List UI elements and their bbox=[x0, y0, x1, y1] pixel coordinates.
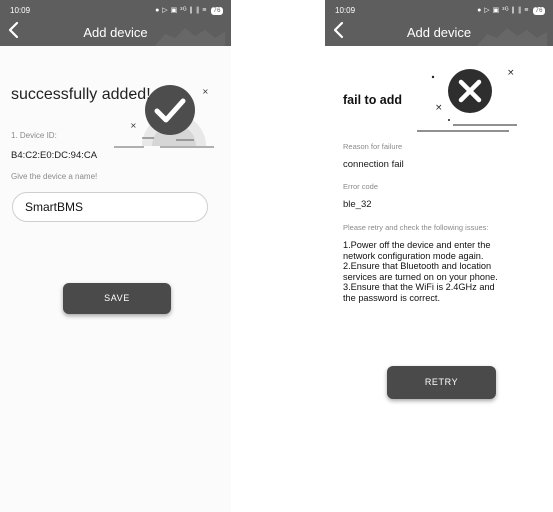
device-id-value: B4:C2:E0:DC:94:CA bbox=[11, 150, 98, 161]
retry-button[interactable]: RETRY bbox=[387, 366, 496, 399]
battery-badge: 76 bbox=[211, 7, 223, 15]
status-icons: ● ▷ ▣ ³ᴳ ∥ ∥ ≡ 76 bbox=[155, 6, 223, 15]
failure-reason-label: Reason for failure bbox=[343, 142, 403, 151]
retry-hint: Please retry and check the following iss… bbox=[343, 223, 489, 232]
instruction-line: the password is correct. bbox=[343, 292, 441, 303]
device-name-label: Give the device a name! bbox=[11, 172, 98, 181]
status-icon-glyphs: ● ▷ ▣ ³ᴳ ∥ ∥ ≡ bbox=[155, 7, 207, 14]
status-time: 10:09 bbox=[335, 6, 356, 15]
instruction-line: network configuration mode again. bbox=[343, 250, 484, 261]
instruction-line: 1.Power off the device and enter the bbox=[343, 240, 491, 250]
fail-screen: 10:09 ● ▷ ▣ ³ᴳ ∥ ∥ ≡ 76 Add device × × f… bbox=[325, 0, 553, 512]
error-code-value: ble_32 bbox=[343, 199, 372, 210]
svg-text:×: × bbox=[435, 103, 443, 113]
save-button[interactable]: SAVE bbox=[63, 283, 171, 314]
app-header: 10:09 ● ▷ ▣ ³ᴳ ∥ ∥ ≡ 76 Add device bbox=[325, 0, 553, 46]
device-name-input[interactable] bbox=[12, 192, 208, 222]
instruction-line: services are turned on on your phone. bbox=[343, 271, 498, 282]
x-circle-icon bbox=[448, 69, 492, 113]
check-circle-icon bbox=[145, 85, 195, 135]
battery-badge: 76 bbox=[533, 7, 545, 15]
skyline-decoration bbox=[155, 28, 225, 46]
status-icons: ● ▷ ▣ ³ᴳ ∥ ∥ ≡ 76 bbox=[477, 6, 545, 15]
app-header: 10:09 ● ▷ ▣ ³ᴳ ∥ ∥ ≡ 76 Add device bbox=[0, 0, 231, 46]
instruction-line: 3.Ensure that the WiFi is 2.4GHz and bbox=[343, 282, 495, 293]
status-bar: 10:09 ● ▷ ▣ ³ᴳ ∥ ∥ ≡ 76 bbox=[10, 6, 223, 18]
instruction-line: 2.Ensure that Bluetooth and location bbox=[343, 261, 492, 272]
status-icon-glyphs: ● ▷ ▣ ³ᴳ ∥ ∥ ≡ bbox=[477, 7, 529, 14]
troubleshooting-steps: 1.Power off the device and enter the net… bbox=[343, 240, 543, 304]
error-code-label: Error code bbox=[343, 182, 379, 191]
svg-text:×: × bbox=[130, 121, 137, 130]
svg-text:×: × bbox=[507, 68, 515, 78]
failure-reason-value: connection fail bbox=[343, 159, 404, 170]
success-screen: 10:09 ● ▷ ▣ ³ᴳ ∥ ∥ ≡ 76 Add device × × s… bbox=[0, 0, 231, 512]
fail-title: fail to add bbox=[343, 93, 403, 107]
skyline-decoration bbox=[477, 28, 547, 46]
status-time: 10:09 bbox=[10, 6, 31, 15]
device-id-label: 1. Device ID: bbox=[11, 131, 57, 140]
svg-text:×: × bbox=[202, 87, 209, 96]
status-bar: 10:09 ● ▷ ▣ ³ᴳ ∥ ∥ ≡ 76 bbox=[335, 6, 545, 18]
success-title: successfully added! bbox=[11, 86, 151, 103]
